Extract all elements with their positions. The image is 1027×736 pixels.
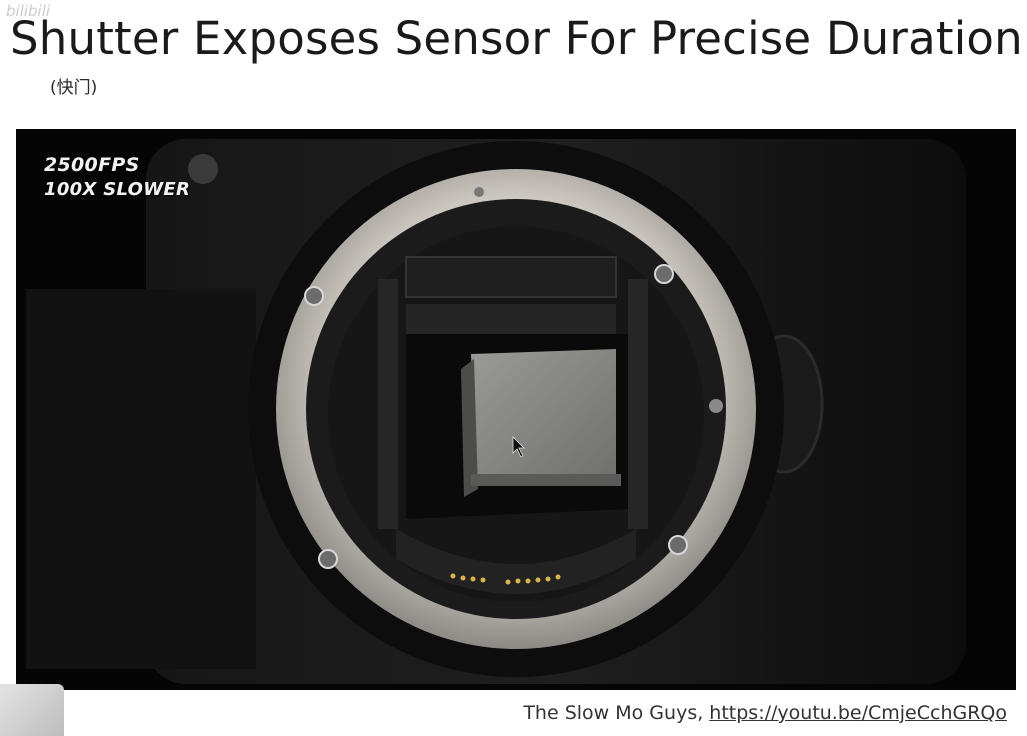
camera-illustration — [16, 129, 1016, 690]
image-sensor — [471, 349, 616, 484]
corner-thumbnail — [0, 684, 64, 736]
slide-subtitle: (快门) — [50, 78, 98, 98]
credit-source: The Slow Mo Guys, — [523, 702, 710, 724]
speed-overlay-label: 100X SLOWER — [44, 179, 191, 200]
slide-title: Shutter Exposes Sensor For Precise Durat… — [10, 12, 1023, 65]
camera-mount-photo: 2500FPS 100X SLOWER — [16, 129, 1016, 690]
credit-link[interactable]: https://youtu.be/CmjeCchGRQo — [709, 702, 1007, 724]
fps-overlay-label: 2500FPS — [44, 154, 140, 176]
photo-credit: The Slow Mo Guys, https://youtu.be/CmjeC… — [523, 702, 1007, 724]
